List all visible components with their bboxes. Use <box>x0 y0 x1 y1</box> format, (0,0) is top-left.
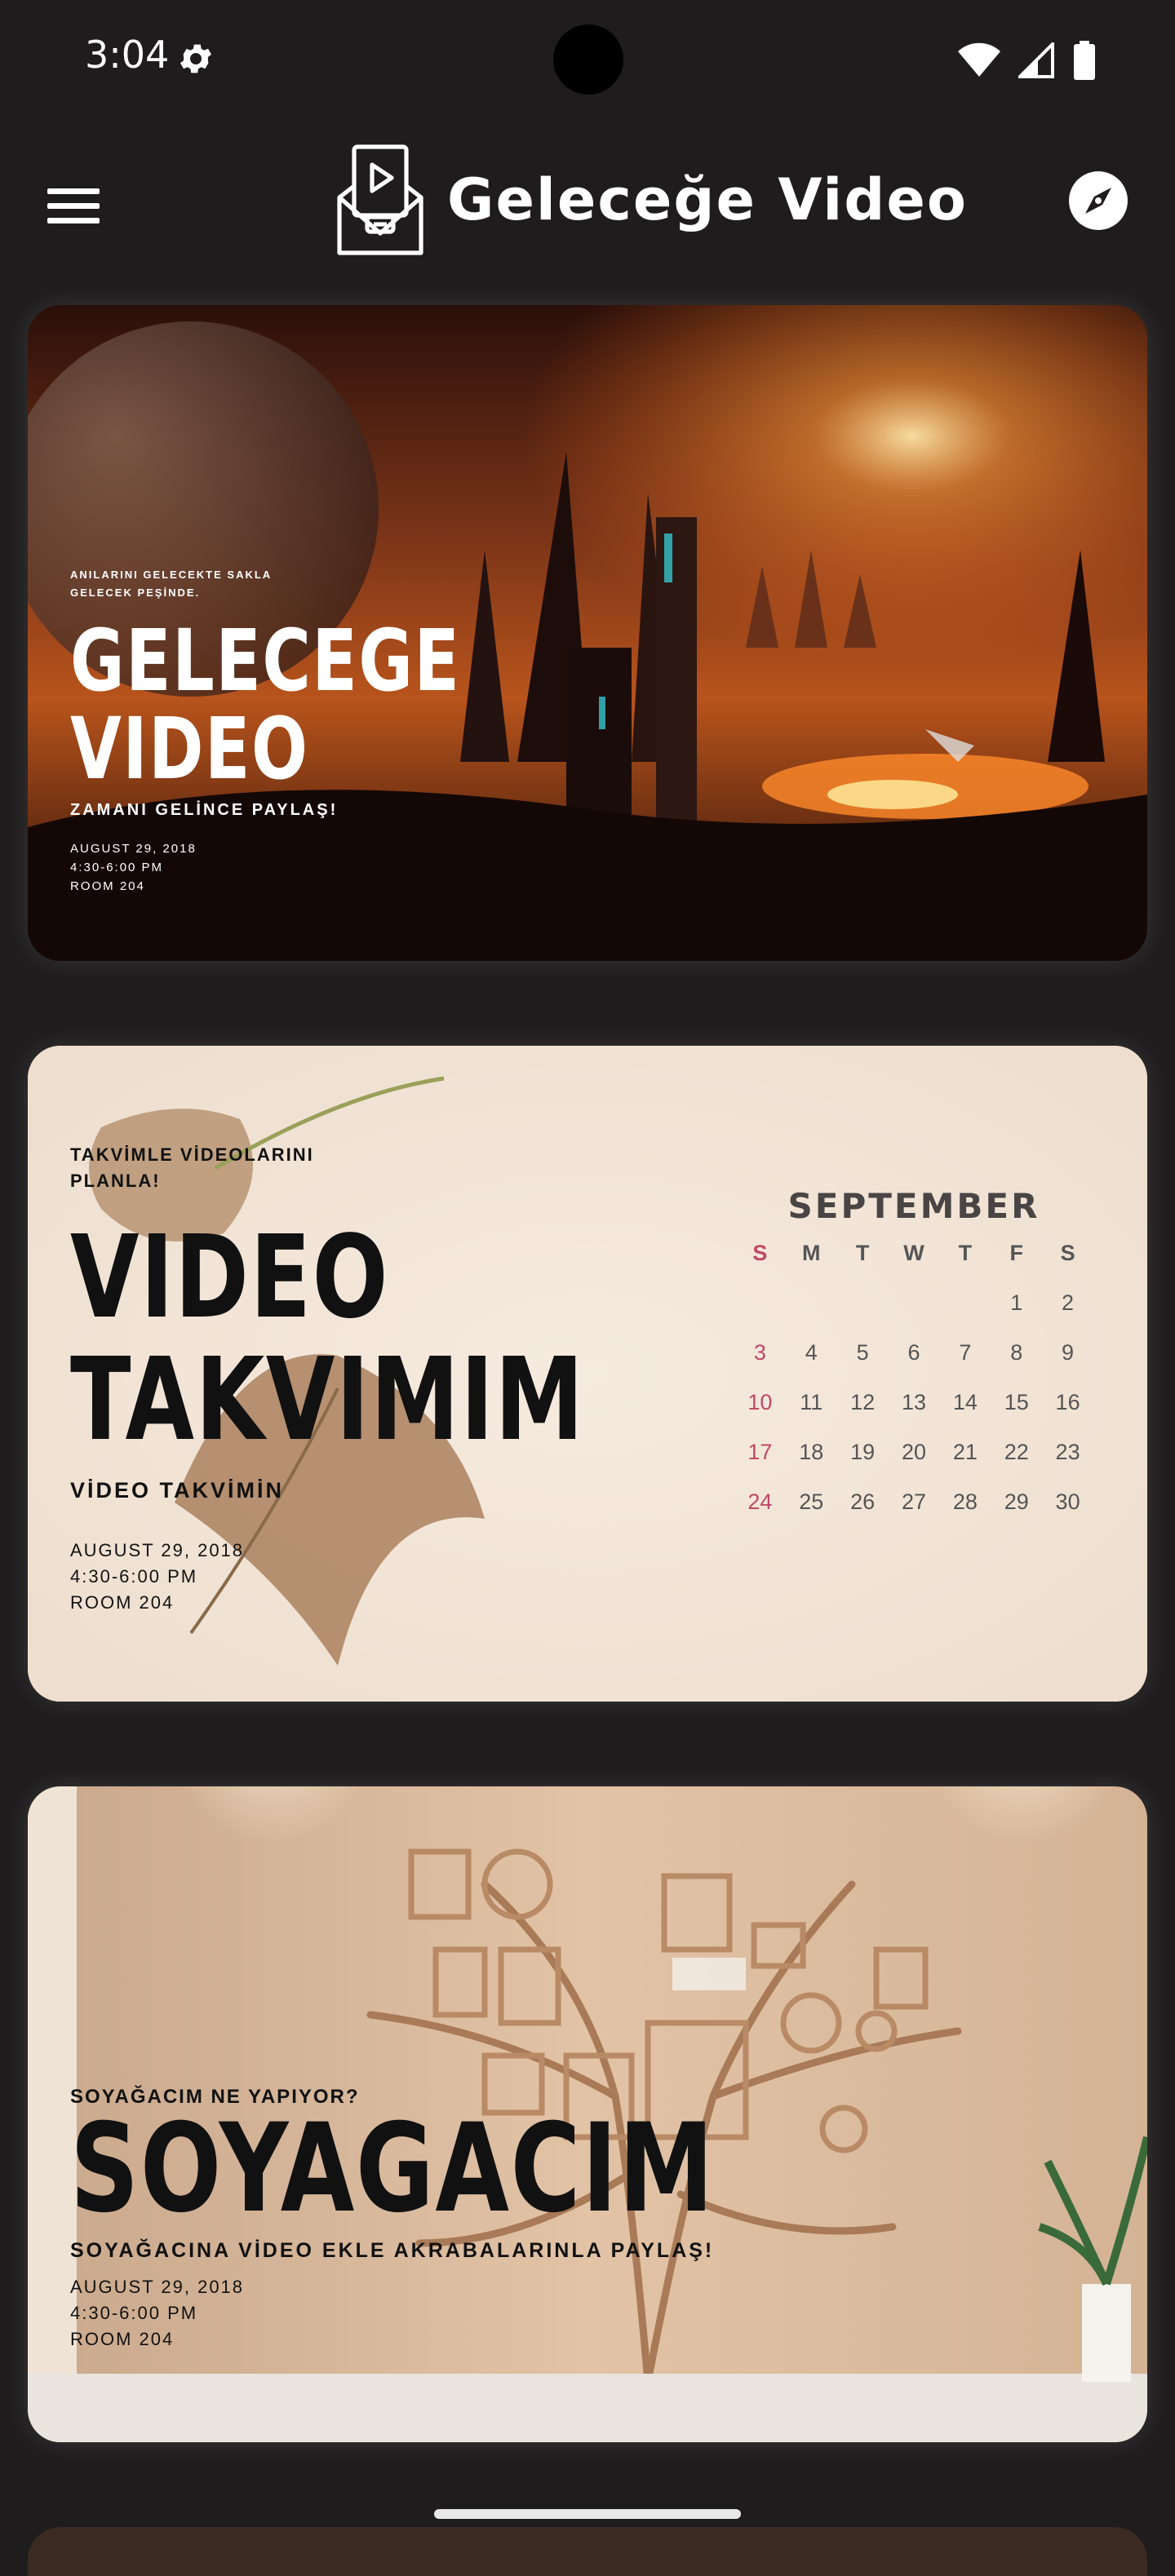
calendar-day: 17 <box>747 1440 773 1464</box>
calendar-weekday: W <box>903 1241 924 1265</box>
compass-icon[interactable] <box>1067 170 1129 232</box>
calendar-weekday: M <box>802 1241 821 1265</box>
calendar-weekday: S <box>752 1241 768 1265</box>
calendar-day: 15 <box>1004 1390 1029 1414</box>
calendar-weekday: T <box>958 1241 973 1265</box>
calendar-day: 22 <box>1004 1440 1029 1464</box>
calendar-day: 19 <box>850 1440 876 1464</box>
calendar-day: 27 <box>901 1489 927 1514</box>
card-date: AUGUST 29, 2018 <box>70 2277 245 2297</box>
card-meta: AUGUST 29, 2018 4:30-6:00 PM ROOM 204 <box>70 2274 897 2352</box>
calendar-weekday: S <box>1060 1241 1075 1265</box>
card-subtitle: ZAMANI GELİNCE PAYLAŞ! <box>70 801 339 819</box>
calendar-day: 29 <box>1004 1489 1029 1514</box>
card-subtitle: SOYAĞACINA VİDEO EKLE AKRABALARINLA PAYL… <box>70 2239 715 2262</box>
card-room: ROOM 204 <box>70 879 145 893</box>
calendar-day: 18 <box>799 1440 824 1464</box>
calendar-day <box>786 1290 837 1316</box>
calendar-day <box>837 1290 889 1316</box>
calendar-day: 12 <box>850 1390 876 1414</box>
camera-cutout <box>553 24 623 95</box>
template-card-gelecege-video[interactable]: ANILARINI GELECEKTE SAKLA GELECEK PEŞİND… <box>28 305 1147 961</box>
cell-signal-icon <box>1018 42 1054 78</box>
status-time: 3:04 <box>85 33 170 77</box>
menu-icon-bar <box>47 217 100 224</box>
card-eyebrow: ANILARINI GELECEKTE SAKLA GELECEK PEŞİND… <box>70 569 272 599</box>
card-room: ROOM 204 <box>70 1592 175 1613</box>
battery-icon <box>1074 41 1095 80</box>
calendar-day: 2 <box>1062 1290 1075 1315</box>
calendar-day: 23 <box>1055 1440 1080 1464</box>
calendar-day <box>939 1290 991 1316</box>
card-room: ROOM 204 <box>70 2329 175 2349</box>
card-text-block: SOYAĞACIM NE YAPIYOR? SOYAGACIM SOYAĞACI… <box>70 2087 897 2352</box>
card-text-block: TAKVİMLE VİDEOLARINI PLANLA! VIDEO TAKVI… <box>70 1142 585 1616</box>
calendar-day <box>889 1290 940 1316</box>
calendar-month: SEPTEMBER <box>787 1186 1040 1226</box>
calendar-day: 9 <box>1062 1340 1075 1365</box>
card-meta: AUGUST 29, 2018 4:30-6:00 PM ROOM 204 <box>70 1538 494 1616</box>
card-headline: GELECEGE VIDEO <box>70 611 461 799</box>
calendar-day: 16 <box>1055 1390 1080 1414</box>
card-date: AUGUST 29, 2018 <box>70 842 197 856</box>
calendar-day: 7 <box>959 1340 972 1365</box>
calendar-day <box>734 1290 786 1316</box>
calendar-day: 11 <box>800 1390 823 1414</box>
menu-icon-bar <box>47 202 100 209</box>
calendar-day: 14 <box>952 1390 978 1414</box>
calendar-weekday: F <box>1009 1241 1023 1265</box>
gear-icon <box>180 44 211 73</box>
calendar-day: 28 <box>952 1489 978 1514</box>
app-title: Geleceğe Video <box>447 166 968 233</box>
status-icons <box>958 41 1097 80</box>
template-card-video-takvimim[interactable]: TAKVİMLE VİDEOLARINI PLANLA! VIDEO TAKVI… <box>28 1046 1147 1702</box>
card-time: 4:30-6:00 PM <box>70 1566 198 1587</box>
card-time: 4:30-6:00 PM <box>70 861 164 874</box>
calendar-day: 25 <box>799 1489 824 1514</box>
calendar-day: 6 <box>907 1340 920 1365</box>
calendar-grid: S M T W T F S 1 2 3 4 5 6 7 8 9 10 11 12 13 14 15 16 17 18 19 20 21… <box>734 1241 1093 1515</box>
card-date: AUGUST 29, 2018 <box>70 1540 245 1560</box>
status-bar: 3:04 <box>0 0 1175 122</box>
card-meta: AUGUST 29, 2018 4:30-6:00 PM ROOM 204 <box>70 839 462 896</box>
calendar-day: 20 <box>901 1440 927 1464</box>
home-gesture-bar[interactable] <box>434 2509 741 2519</box>
card-eyebrow: TAKVİMLE VİDEOLARINI PLANLA! <box>70 1144 314 1191</box>
card-time: 4:30-6:00 PM <box>70 2303 198 2323</box>
calendar-weekday: T <box>855 1241 870 1265</box>
menu-button[interactable] <box>47 173 113 238</box>
calendar-day: 8 <box>1010 1340 1023 1365</box>
calendar-day: 4 <box>805 1340 818 1365</box>
card-headline: SOYAGACIM <box>70 2098 716 2240</box>
calendar: SEPTEMBER S M T W T F S 1 2 3 4 5 6 7 8 9 10 11 12 13 14 15 16… <box>734 1186 1093 1515</box>
calendar-day: 10 <box>747 1390 773 1414</box>
template-card-soyagacim[interactable]: SOYAĞACIM NE YAPIYOR? SOYAGACIM SOYAĞACI… <box>28 1786 1147 2442</box>
template-card-partial[interactable] <box>28 2527 1147 2576</box>
calendar-day: 24 <box>747 1489 773 1514</box>
calendar-day: 1 <box>1010 1290 1023 1315</box>
card-subtitle: VİDEO TAKVİMİN <box>70 1478 285 1503</box>
menu-icon-bar <box>47 188 100 194</box>
calendar-day: 21 <box>952 1440 978 1464</box>
card-headline: VIDEO TAKVIMIM <box>70 1211 585 1467</box>
calendar-day: 13 <box>901 1390 927 1414</box>
calendar-day: 30 <box>1055 1489 1080 1514</box>
app-bar: Geleceğe Video <box>0 131 1175 269</box>
wifi-icon <box>958 42 1000 77</box>
card-text-block: ANILARINI GELECEKTE SAKLA GELECEK PEŞİND… <box>70 566 462 896</box>
calendar-day: 3 <box>753 1340 766 1365</box>
video-envelope-logo <box>337 144 423 255</box>
calendar-day: 5 <box>856 1340 869 1365</box>
calendar-day: 26 <box>850 1489 876 1514</box>
